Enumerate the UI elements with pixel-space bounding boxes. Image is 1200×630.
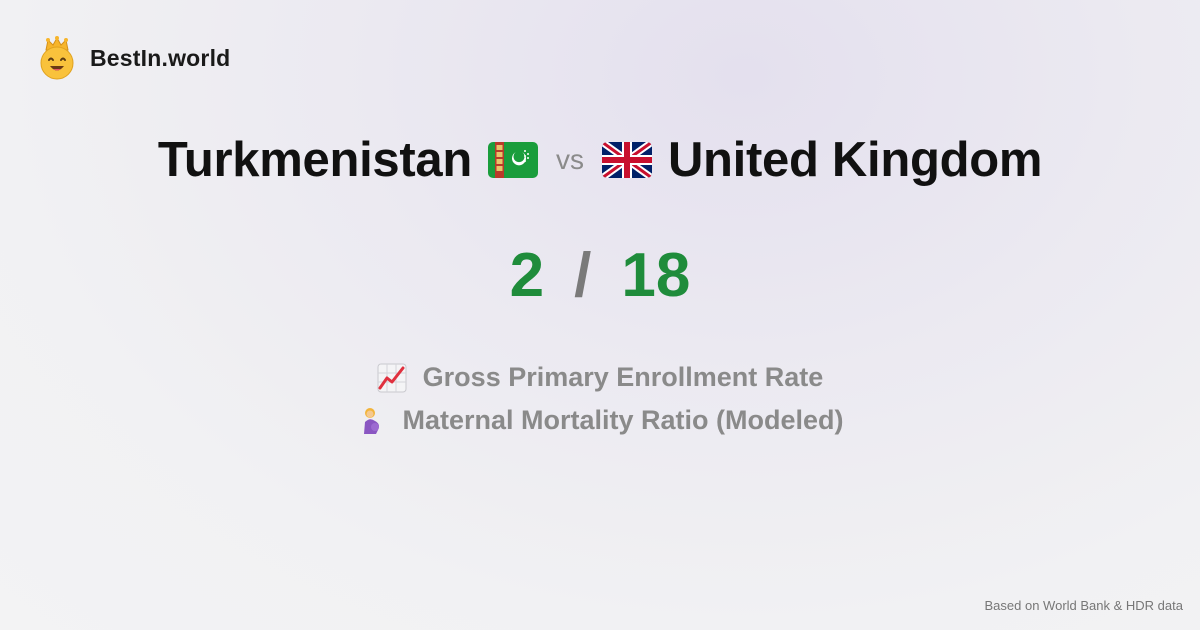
- metric-label-maternal-mortality: Maternal Mortality Ratio (Modeled): [402, 405, 844, 435]
- score-separator: /: [574, 241, 592, 310]
- score-display: 2 / 18: [0, 240, 1200, 311]
- vs-label: vs: [555, 144, 584, 175]
- pregnant-woman-icon: [356, 406, 386, 436]
- metrics-list: Gross Primary Enrollment Rate Maternal M…: [0, 362, 1200, 436]
- chart-increasing-icon: [377, 363, 407, 393]
- turkmenistan-flag-icon: [487, 142, 538, 178]
- metric-label-enrollment: Gross Primary Enrollment Rate: [422, 362, 824, 392]
- uk-flag-icon: [601, 142, 652, 178]
- metric-item-maternal-mortality: Maternal Mortality Ratio (Modeled): [356, 405, 844, 436]
- site-header: BestIn.world: [38, 36, 230, 80]
- score-a: 2: [509, 241, 545, 310]
- country-a-name: Turkmenistan: [157, 133, 472, 187]
- country-b-name: United Kingdom: [667, 133, 1043, 187]
- metric-item-enrollment: Gross Primary Enrollment Rate: [377, 362, 824, 393]
- data-source-note: Based on World Bank & HDR data: [984, 598, 1183, 613]
- score-b: 18: [621, 241, 691, 310]
- brand-name[interactable]: BestIn.world: [90, 45, 230, 72]
- crowned-smiley-icon[interactable]: [38, 36, 76, 80]
- comparison-title: Turkmenistan vs United Kingdom: [0, 132, 1200, 188]
